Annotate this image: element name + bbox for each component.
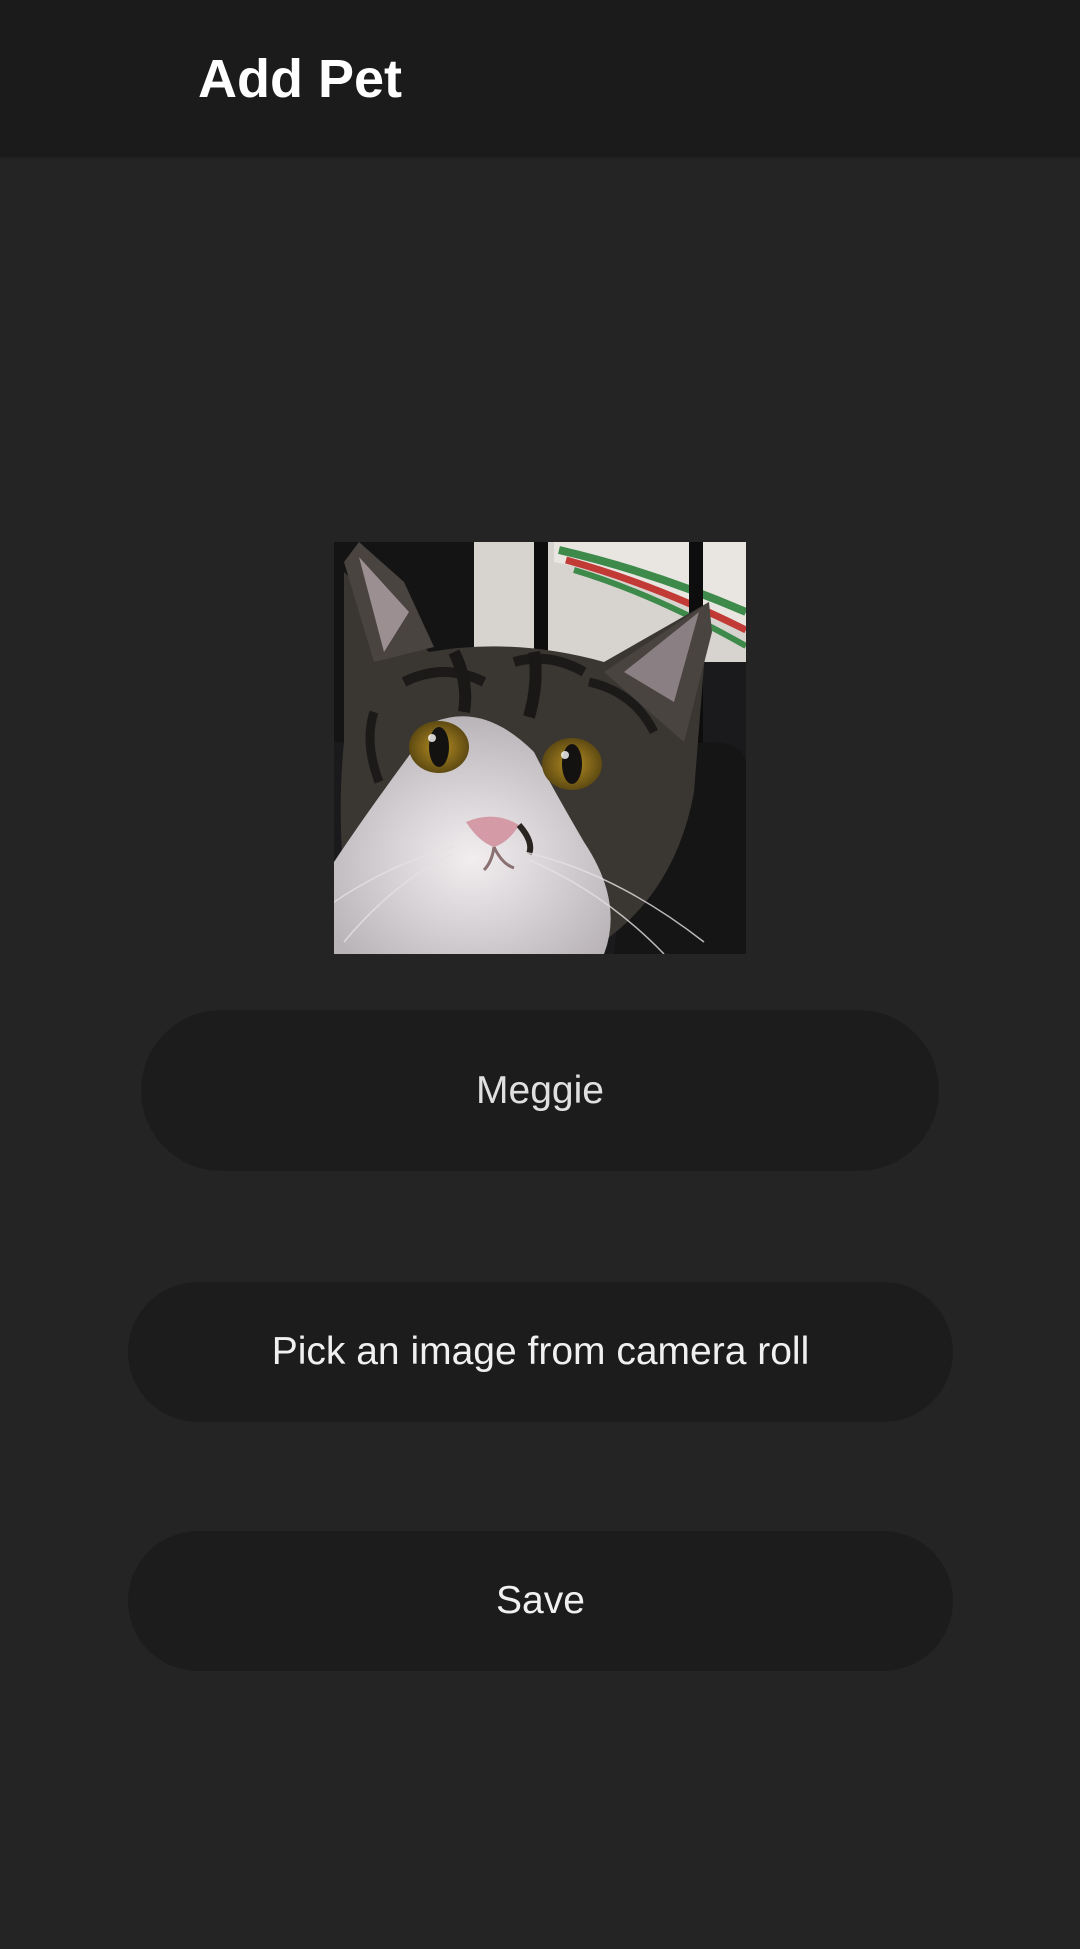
page-title: Add Pet bbox=[198, 49, 403, 109]
pick-image-button[interactable]: Pick an image from camera roll bbox=[128, 1282, 953, 1422]
cat-photo-illustration bbox=[334, 542, 746, 954]
save-button[interactable]: Save bbox=[128, 1531, 953, 1671]
pet-photo bbox=[334, 542, 746, 954]
pet-name-input[interactable] bbox=[141, 1010, 939, 1171]
app-header: Add Pet bbox=[0, 0, 1080, 155]
